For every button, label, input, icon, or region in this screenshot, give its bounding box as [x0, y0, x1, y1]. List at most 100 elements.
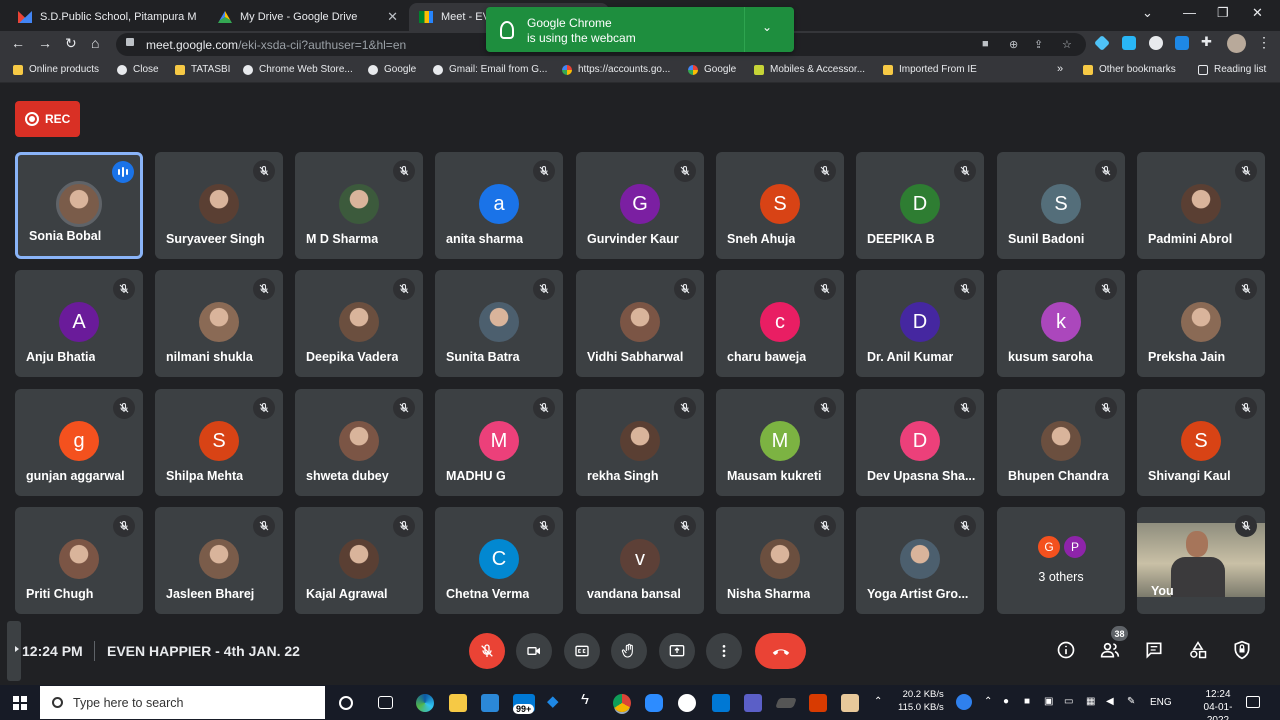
participant-tile[interactable]: k kusum saroha: [997, 270, 1125, 377]
other-bookmarks[interactable]: Other bookmarks: [1083, 64, 1176, 75]
help-icon[interactable]: [956, 694, 972, 710]
tray-scroll-icon[interactable]: ⌃: [874, 696, 882, 707]
participant-tile[interactable]: D Dev Upasna Sha...: [856, 389, 984, 496]
present-button[interactable]: [659, 633, 695, 669]
store-icon[interactable]: [481, 694, 499, 712]
task-view-icon[interactable]: [378, 696, 393, 709]
share-icon[interactable]: ⇪: [1034, 38, 1043, 51]
participant-tile[interactable]: M MADHU G: [435, 389, 563, 496]
participant-tile[interactable]: a anita sharma: [435, 152, 563, 259]
close-icon[interactable]: ✕: [387, 9, 398, 25]
leave-call-button[interactable]: [755, 633, 806, 669]
file-explorer-icon[interactable]: [449, 694, 467, 712]
camera-button[interactable]: [516, 633, 552, 669]
host-controls-button[interactable]: [1231, 639, 1253, 661]
notification-icon[interactable]: [1246, 696, 1260, 708]
system-clock[interactable]: 12:24 04-01-2022: [1193, 688, 1243, 720]
others-tile[interactable]: GP 3 others: [997, 507, 1125, 614]
more-options-button[interactable]: [706, 633, 742, 669]
participant-tile[interactable]: shweta dubey: [295, 389, 423, 496]
participant-tile[interactable]: A Anju Bhatia: [15, 270, 143, 377]
edge-icon[interactable]: [416, 694, 434, 712]
recording-badge[interactable]: REC: [15, 101, 80, 137]
participant-tile[interactable]: Nisha Sharma: [716, 507, 844, 614]
maximize-icon[interactable]: ❐: [1217, 5, 1229, 21]
participant-tile[interactable]: D Dr. Anil Kumar: [856, 270, 984, 377]
participant-tile[interactable]: Sunita Batra: [435, 270, 563, 377]
participant-tile[interactable]: D DEEPIKA B: [856, 152, 984, 259]
app-icon[interactable]: [712, 694, 730, 712]
bolt-icon[interactable]: ϟ: [581, 691, 599, 709]
chevron-down-icon[interactable]: ⌄: [762, 20, 772, 34]
side-panel-toggle[interactable]: [7, 621, 21, 681]
bookmark-star-icon[interactable]: ☆: [1062, 38, 1072, 51]
participant-tile[interactable]: S Shilpa Mehta: [155, 389, 283, 496]
dropbox-icon[interactable]: ◆: [547, 692, 565, 710]
participant-tile[interactable]: g gunjan aggarwal: [15, 389, 143, 496]
participant-tile[interactable]: nilmani shukla: [155, 270, 283, 377]
participant-tile[interactable]: Vidhi Sabharwal: [576, 270, 704, 377]
participant-tile[interactable]: Deepika Vadera: [295, 270, 423, 377]
activities-button[interactable]: [1187, 639, 1209, 661]
tab-drive[interactable]: My Drive - Google Drive ✕: [208, 3, 408, 31]
bookmark-item[interactable]: Mobiles & Accessor...: [754, 64, 865, 75]
teams-icon[interactable]: [744, 694, 762, 712]
participant-tile[interactable]: Sonia Bobal: [15, 152, 143, 259]
participant-tile[interactable]: G Gurvinder Kaur: [576, 152, 704, 259]
participant-tile[interactable]: Preksha Jain: [1137, 270, 1265, 377]
participant-tile[interactable]: M Mausam kukreti: [716, 389, 844, 496]
self-view-tile[interactable]: You: [1137, 507, 1265, 614]
participant-tile[interactable]: C Chetna Verma: [435, 507, 563, 614]
extension-icon[interactable]: [1122, 36, 1136, 50]
zoom-icon[interactable]: ⊕: [1009, 38, 1018, 51]
more-vert-icon[interactable]: ⋮: [1257, 34, 1271, 51]
meeting-details-button[interactable]: [1055, 639, 1077, 661]
profile-avatar[interactable]: [1227, 34, 1246, 53]
bookmark-item[interactable]: Online products: [13, 64, 99, 75]
participant-tile[interactable]: Priti Chugh: [15, 507, 143, 614]
tab-gmail[interactable]: S.D.Public School, Pitampura Mai: [8, 3, 206, 31]
chevron-up-icon[interactable]: ⌃: [984, 696, 992, 707]
bookmark-item[interactable]: Gmail: Email from G...: [433, 64, 547, 75]
app-icon[interactable]: [775, 698, 797, 708]
cortana-icon[interactable]: [339, 696, 353, 710]
participant-tile[interactable]: Suryaveer Singh: [155, 152, 283, 259]
mic-off-button[interactable]: [469, 633, 505, 669]
participant-tile[interactable]: S Sunil Badoni: [997, 152, 1125, 259]
participant-tile[interactable]: Kajal Agrawal: [295, 507, 423, 614]
chrome-icon[interactable]: [613, 694, 631, 712]
language-indicator[interactable]: ENG: [1150, 697, 1172, 708]
participant-tile[interactable]: S Sneh Ahuja: [716, 152, 844, 259]
app-icon[interactable]: [678, 694, 696, 712]
bookmark-item[interactable]: TATASBI: [175, 64, 230, 75]
participant-tile[interactable]: Padmini Abrol: [1137, 152, 1265, 259]
participant-tile[interactable]: v vandana bansal: [576, 507, 704, 614]
participant-tile[interactable]: S Shivangi Kaul: [1137, 389, 1265, 496]
home-icon[interactable]: ⌂: [91, 35, 99, 51]
forward-icon[interactable]: →: [38, 35, 52, 51]
bookmark-item[interactable]: Imported From IE: [883, 64, 977, 75]
bookmark-item[interactable]: https://accounts.go...: [562, 64, 670, 75]
office-icon[interactable]: [809, 694, 827, 712]
participant-tile[interactable]: c charu baweja: [716, 270, 844, 377]
people-button[interactable]: [1099, 639, 1121, 661]
back-icon[interactable]: ←: [11, 35, 25, 51]
taskbar-search[interactable]: Type here to search: [40, 686, 325, 719]
participant-tile[interactable]: Bhupen Chandra: [997, 389, 1125, 496]
bookmarks-overflow-button[interactable]: »: [1057, 63, 1063, 75]
participant-tile[interactable]: M D Sharma: [295, 152, 423, 259]
extension-icon[interactable]: [1175, 36, 1189, 50]
bookmark-item[interactable]: Close: [117, 64, 159, 75]
bookmark-item[interactable]: Google: [688, 64, 736, 75]
reload-icon[interactable]: ↻: [65, 35, 77, 52]
close-window-icon[interactable]: ✕: [1252, 5, 1263, 21]
bookmark-item[interactable]: Chrome Web Store...: [243, 64, 353, 75]
extension-icon[interactable]: [1149, 36, 1163, 50]
zoom-app-icon[interactable]: [645, 694, 663, 712]
puzzle-icon[interactable]: ✚: [1201, 34, 1215, 49]
minimize-icon[interactable]: —: [1183, 5, 1196, 20]
captions-button[interactable]: [564, 633, 600, 669]
webcam-notification[interactable]: Google Chrome is using the webcam ⌄: [486, 7, 794, 52]
reading-list[interactable]: Reading list: [1198, 64, 1266, 75]
extension-icon[interactable]: [1094, 35, 1110, 51]
